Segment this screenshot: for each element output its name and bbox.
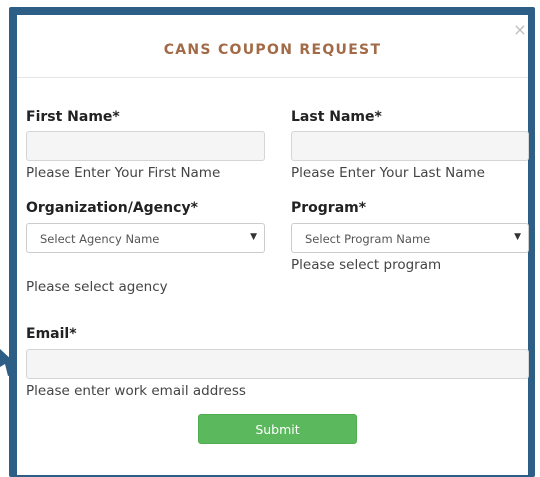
modal-header: CANS COUPON REQUEST × <box>17 15 528 78</box>
last-name-input[interactable] <box>291 131 529 161</box>
chevron-down-icon: ▼ <box>514 232 521 242</box>
agency-label: Organization/Agency* <box>26 200 198 216</box>
last-name-label: Last Name* <box>291 109 382 125</box>
chevron-down-icon: ▼ <box>250 232 257 242</box>
email-hint: Please enter work email address <box>26 383 246 399</box>
email-input[interactable] <box>26 349 529 379</box>
modal-title: CANS COUPON REQUEST <box>163 42 382 58</box>
program-label: Program* <box>291 200 367 216</box>
email-label: Email* <box>26 326 77 342</box>
program-select[interactable]: Select Program Name ▼ <box>291 223 529 253</box>
first-name-label: First Name* <box>26 109 120 125</box>
arrow-pointer-icon <box>0 349 13 376</box>
first-name-input[interactable] <box>26 131 265 161</box>
agency-hint: Please select agency <box>26 279 168 295</box>
agency-select-value: Select Agency Name <box>40 232 160 246</box>
program-hint: Please select program <box>291 257 442 273</box>
first-name-hint: Please Enter Your First Name <box>26 165 221 181</box>
close-icon[interactable]: × <box>513 22 527 38</box>
program-select-value: Select Program Name <box>305 232 431 246</box>
agency-select[interactable]: Select Agency Name ▼ <box>26 223 265 253</box>
submit-button[interactable]: Submit <box>198 414 357 444</box>
last-name-hint: Please Enter Your Last Name <box>291 165 485 181</box>
coupon-request-modal: CANS COUPON REQUEST × First Name* Please… <box>17 15 529 475</box>
